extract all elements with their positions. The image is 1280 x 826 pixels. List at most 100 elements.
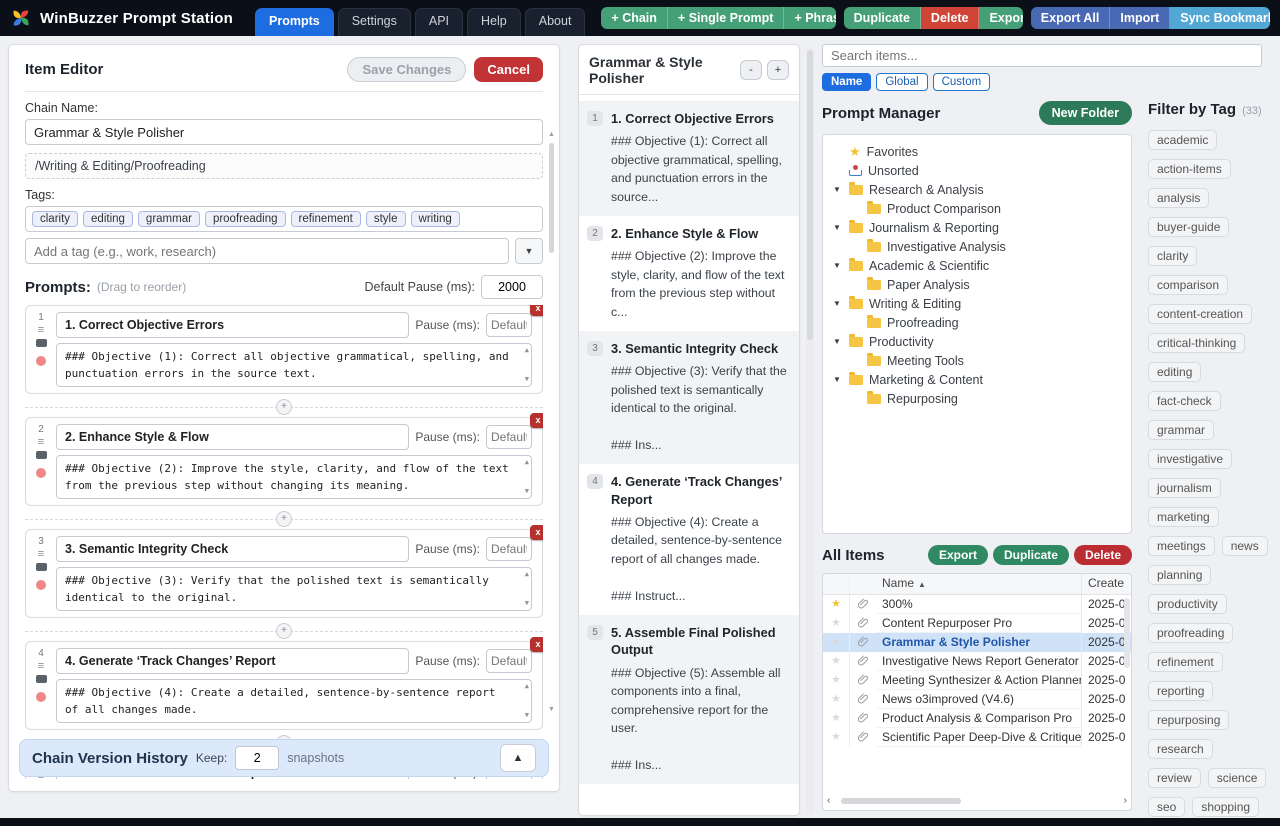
prompt-body-input[interactable]: ### Objective (3): Verify that the polis… <box>56 567 532 611</box>
caret-down-icon[interactable]: ▼ <box>833 375 843 384</box>
editor-scrollbar[interactable]: ▲ ▼ <box>547 133 556 711</box>
caret-down-icon[interactable]: ▼ <box>833 261 843 270</box>
insert-prompt-button[interactable]: + <box>276 399 292 415</box>
filter-tag-chip[interactable]: shopping <box>1192 797 1259 817</box>
phrase-button[interactable]: + Phrase <box>784 7 835 29</box>
delete-prompt-button[interactable]: x <box>530 637 543 652</box>
filter-tag-chip[interactable]: marketing <box>1148 507 1219 527</box>
prompt-title-input[interactable] <box>56 648 409 674</box>
comment-bubble-icon[interactable] <box>36 451 47 459</box>
syncbookmarks-button[interactable]: Sync Bookmarks <box>1170 7 1270 29</box>
preview-step[interactable]: 44. Generate ‘Track Changes’ Report### O… <box>579 464 799 615</box>
comment-bubble-icon[interactable] <box>36 675 47 683</box>
editor-tag-chip[interactable]: grammar <box>138 211 200 227</box>
prompt-title-input[interactable] <box>56 312 409 338</box>
table-row[interactable]: ★Product Analysis & Comparison Pro2025-0 <box>823 709 1131 728</box>
status-dot-icon[interactable] <box>36 580 46 590</box>
filter-tag-chip[interactable]: proofreading <box>1148 623 1233 643</box>
table-row[interactable]: ★Grammar & Style Polisher2025-0 <box>823 633 1131 652</box>
editor-tag-chip[interactable]: style <box>366 211 406 227</box>
tree-subfolder[interactable]: Proofreading <box>823 313 1131 332</box>
chain-button[interactable]: + Chain <box>601 7 668 29</box>
prompt-body-input[interactable]: ### Objective (4): Create a detailed, se… <box>56 679 532 723</box>
scrollbar-thumb[interactable] <box>549 143 554 253</box>
filter-tag-chip[interactable]: refinement <box>1148 652 1223 672</box>
font-increase-button[interactable]: + <box>767 60 789 80</box>
tree-folder[interactable]: ▼Academic & Scientific <box>823 256 1131 275</box>
filter-tag-chip[interactable]: journalism <box>1148 478 1221 498</box>
singleprompt-button[interactable]: + Single Prompt <box>668 7 785 29</box>
filter-custom-button[interactable]: Custom <box>933 73 991 91</box>
tab-help[interactable]: Help <box>467 8 521 36</box>
editor-tag-chip[interactable]: editing <box>83 211 133 227</box>
duplicate-items-button[interactable]: Duplicate <box>993 545 1069 565</box>
textarea-scroll-down-icon[interactable]: ▼ <box>525 486 529 497</box>
editor-tag-chip[interactable]: refinement <box>291 211 361 227</box>
filter-tag-chip[interactable]: buyer-guide <box>1148 217 1229 237</box>
filter-tag-chip[interactable]: investigative <box>1148 449 1232 469</box>
filter-tag-chip[interactable]: planning <box>1148 565 1211 585</box>
preview-step[interactable]: 55. Assemble Final Polished Output### Ob… <box>579 615 799 784</box>
tree-subfolder[interactable]: Investigative Analysis <box>823 237 1131 256</box>
filter-tag-chip[interactable]: research <box>1148 739 1213 759</box>
filter-tag-chip[interactable]: comparison <box>1148 275 1228 295</box>
filter-tag-chip[interactable]: analysis <box>1148 188 1209 208</box>
editor-tag-chip[interactable]: clarity <box>32 211 78 227</box>
default-pause-input[interactable] <box>481 275 543 299</box>
table-row[interactable]: ★Meeting Synthesizer & Action Planner202… <box>823 671 1131 690</box>
comment-bubble-icon[interactable] <box>36 339 47 347</box>
caret-down-icon[interactable]: ▼ <box>833 185 843 194</box>
created-column-header[interactable]: Create <box>1081 574 1131 594</box>
tab-about[interactable]: About <box>525 8 586 36</box>
tree-subfolder[interactable]: Paper Analysis <box>823 275 1131 294</box>
filter-tag-chip[interactable]: reporting <box>1148 681 1213 701</box>
tree-item-favorites[interactable]: ★Favorites <box>823 142 1131 161</box>
preview-step[interactable]: 11. Correct Objective Errors### Objectiv… <box>579 101 799 216</box>
delete-button[interactable]: Delete <box>921 7 980 29</box>
textarea-scroll-up-icon[interactable]: ▲ <box>525 569 529 580</box>
editor-tag-chip[interactable]: writing <box>411 211 460 227</box>
textarea-scroll-down-icon[interactable]: ▼ <box>525 598 529 609</box>
new-folder-button[interactable]: New Folder <box>1039 101 1132 125</box>
filter-tag-chip[interactable]: academic <box>1148 130 1217 150</box>
filter-tag-chip[interactable]: repurposing <box>1148 710 1229 730</box>
comment-bubble-icon[interactable] <box>36 563 47 571</box>
textarea-scroll-up-icon[interactable]: ▲ <box>525 345 529 356</box>
scroll-left-icon[interactable]: ‹ <box>827 795 830 807</box>
scroll-up-icon[interactable]: ▲ <box>547 131 556 138</box>
prompt-title-input[interactable] <box>56 536 409 562</box>
status-dot-icon[interactable] <box>36 468 46 478</box>
chain-name-input[interactable] <box>25 119 543 145</box>
textarea-scroll-down-icon[interactable]: ▼ <box>525 710 529 721</box>
drag-handle-icon[interactable]: ≡ <box>38 438 44 446</box>
pause-input[interactable] <box>486 425 532 449</box>
scroll-down-icon[interactable]: ▼ <box>547 706 556 713</box>
pause-input[interactable] <box>486 537 532 561</box>
delete-items-button[interactable]: Delete <box>1074 545 1132 565</box>
table-row[interactable]: ★News o3improved (V4.6)2025-0 <box>823 690 1131 709</box>
tree-folder[interactable]: ▼Productivity <box>823 332 1131 351</box>
tree-folder[interactable]: ▼Research & Analysis <box>823 180 1131 199</box>
keep-snapshots-input[interactable] <box>235 746 279 770</box>
drag-handle-icon[interactable]: ≡ <box>38 662 44 670</box>
table-row[interactable]: ★Investigative News Report Generator2025… <box>823 652 1131 671</box>
tree-subfolder[interactable]: Product Comparison <box>823 199 1131 218</box>
star-icon[interactable]: ★ <box>823 709 850 728</box>
hscrollbar-thumb[interactable] <box>841 798 961 804</box>
filter-tag-chip[interactable]: productivity <box>1148 594 1227 614</box>
filter-tag-chip[interactable]: clarity <box>1148 246 1197 266</box>
tree-item-unsorted[interactable]: Unsorted <box>823 161 1131 180</box>
star-icon[interactable]: ★ <box>823 614 850 633</box>
drag-handle-icon[interactable]: ≡ <box>38 550 44 558</box>
delete-prompt-button[interactable]: x <box>530 305 543 316</box>
name-column-header[interactable]: Name▲ <box>876 574 1081 594</box>
status-dot-icon[interactable] <box>36 356 46 366</box>
export-items-button[interactable]: Export <box>928 545 988 565</box>
insert-prompt-button[interactable]: + <box>276 511 292 527</box>
table-row[interactable]: ★Scientific Paper Deep-Dive & Critique20… <box>823 728 1131 747</box>
pause-input[interactable] <box>486 649 532 673</box>
drag-handle-icon[interactable]: ≡ <box>38 326 44 334</box>
scroll-right-icon[interactable]: › <box>1124 795 1127 807</box>
insert-prompt-button[interactable]: + <box>276 623 292 639</box>
add-tag-input[interactable] <box>25 238 509 264</box>
